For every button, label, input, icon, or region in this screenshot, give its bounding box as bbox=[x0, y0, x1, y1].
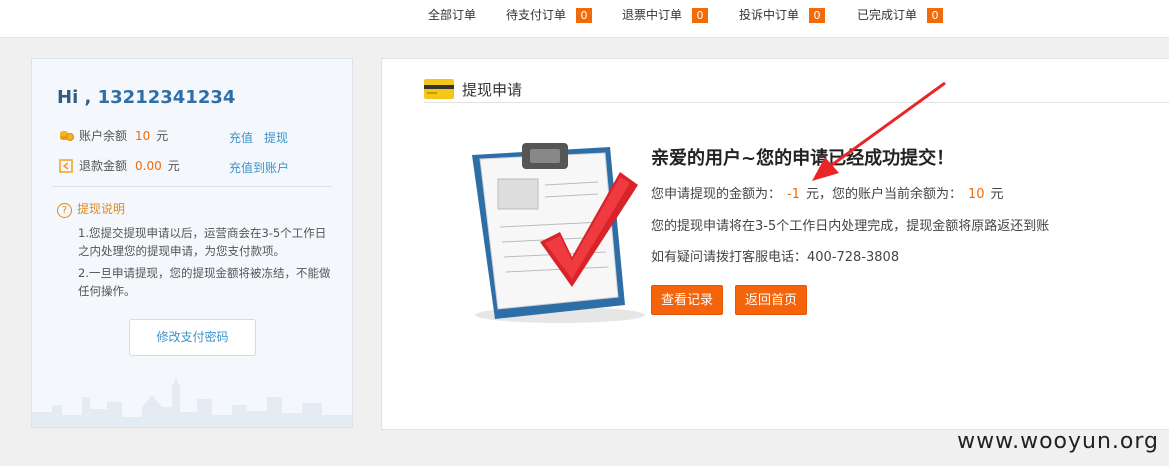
view-records-button[interactable]: 查看记录 bbox=[651, 285, 724, 315]
tab-count-badge: 0 bbox=[692, 8, 709, 23]
refund-label: 退款金额 bbox=[79, 159, 128, 173]
section-title-text: 提现申请 bbox=[462, 81, 523, 99]
amount-suffix: 元 bbox=[990, 187, 1004, 202]
recharge-to-account-link[interactable]: 充值到账户 bbox=[229, 159, 289, 176]
tip-2: 2.一旦申请提现，您的提现金额将被冻结，不能做任何操作。 bbox=[78, 266, 331, 298]
current-balance: 10 bbox=[968, 187, 985, 202]
card-icon bbox=[424, 79, 454, 99]
refund-icon bbox=[59, 159, 74, 173]
tab-label: 已完成订单 bbox=[857, 8, 918, 22]
change-payment-password-button[interactable]: 修改支付密码 bbox=[129, 319, 256, 356]
user-greeting: Hi , 13212341234 bbox=[57, 87, 235, 108]
tab-count-badge: 0 bbox=[927, 8, 944, 23]
amount-line: 您申请提现的金额为： -1 元，您的账户当前余额为： 10 元 bbox=[651, 183, 1004, 202]
coins-icon bbox=[59, 129, 74, 143]
user-account-panel: Hi , 13212341234 账户余额 10 元 充值 提现 退款金额 0.00 元… bbox=[31, 58, 353, 428]
success-heading: 亲爱的用户~您的申请已经成功提交！ bbox=[651, 148, 955, 169]
amount-mid: 元，您的账户当前余额为： bbox=[805, 187, 962, 202]
tips-title-text: 提现说明 bbox=[77, 202, 126, 216]
withdraw-tips-title: ? 提现说明 bbox=[57, 200, 125, 218]
withdraw-link[interactable]: 提现 bbox=[264, 129, 288, 146]
back-home-button[interactable]: 返回首页 bbox=[735, 285, 808, 315]
refund-value: 0.00 bbox=[135, 159, 162, 173]
city-skyline-decoration bbox=[32, 377, 352, 427]
phone-note: 如有疑问请拨打客服电话：400-728-3808 bbox=[651, 250, 900, 265]
withdraw-amount: -1 bbox=[787, 187, 800, 202]
section-title: 提现申请 bbox=[424, 78, 522, 102]
balance-label: 账户余额 bbox=[79, 129, 128, 143]
order-tab-bar: 全部订单 待支付订单 0 退票中订单 0 投诉中订单 0 已完成订单 0 bbox=[0, 0, 1169, 38]
tab-pending-payment[interactable]: 待支付订单 0 bbox=[506, 6, 593, 24]
tab-refunding[interactable]: 退票中订单 0 bbox=[622, 6, 709, 24]
question-icon: ? bbox=[57, 203, 72, 218]
refund-row: 退款金额 0.00 元 bbox=[59, 157, 180, 175]
annotation-arrow-icon bbox=[812, 81, 946, 181]
tab-count-badge: 0 bbox=[809, 8, 826, 23]
balance-unit: 元 bbox=[156, 129, 169, 143]
balance-row: 账户余额 10 元 bbox=[59, 127, 168, 145]
refund-unit: 元 bbox=[167, 159, 180, 173]
greeting-text: Hi , bbox=[57, 87, 92, 108]
tab-completed[interactable]: 已完成订单 0 bbox=[857, 6, 944, 24]
section-divider bbox=[424, 102, 1169, 103]
tip-1: 1.您提交提现申请以后，运营商会在3-5个工作日之内处理您的提现申请，为您支付款… bbox=[78, 226, 327, 258]
tab-complaints[interactable]: 投诉中订单 0 bbox=[739, 6, 826, 24]
user-phone: 13212341234 bbox=[97, 87, 236, 108]
watermark: www.wooyun.org bbox=[957, 429, 1159, 454]
clipboard-check-illustration bbox=[472, 143, 645, 323]
tab-label: 全部订单 bbox=[428, 8, 477, 22]
balance-value: 10 bbox=[135, 129, 151, 143]
tab-label: 待支付订单 bbox=[506, 8, 567, 22]
tab-label: 退票中订单 bbox=[622, 8, 683, 22]
tab-all-orders[interactable]: 全部订单 bbox=[428, 6, 476, 24]
panel-divider bbox=[52, 186, 332, 187]
tab-count-badge: 0 bbox=[576, 8, 593, 23]
recharge-link[interactable]: 充值 bbox=[229, 129, 253, 146]
withdraw-result-panel: 提现申请 亲爱的用户~您的申请已经成功提交！ 您申请提现的金额为： -1 元，您的账… bbox=[381, 58, 1169, 430]
process-note: 您的提现申请将在3-5个工作日内处理完成，提现金额将原路返还到账 bbox=[651, 219, 1050, 234]
tab-label: 投诉中订单 bbox=[739, 8, 800, 22]
amount-prefix: 您申请提现的金额为： bbox=[651, 187, 782, 202]
